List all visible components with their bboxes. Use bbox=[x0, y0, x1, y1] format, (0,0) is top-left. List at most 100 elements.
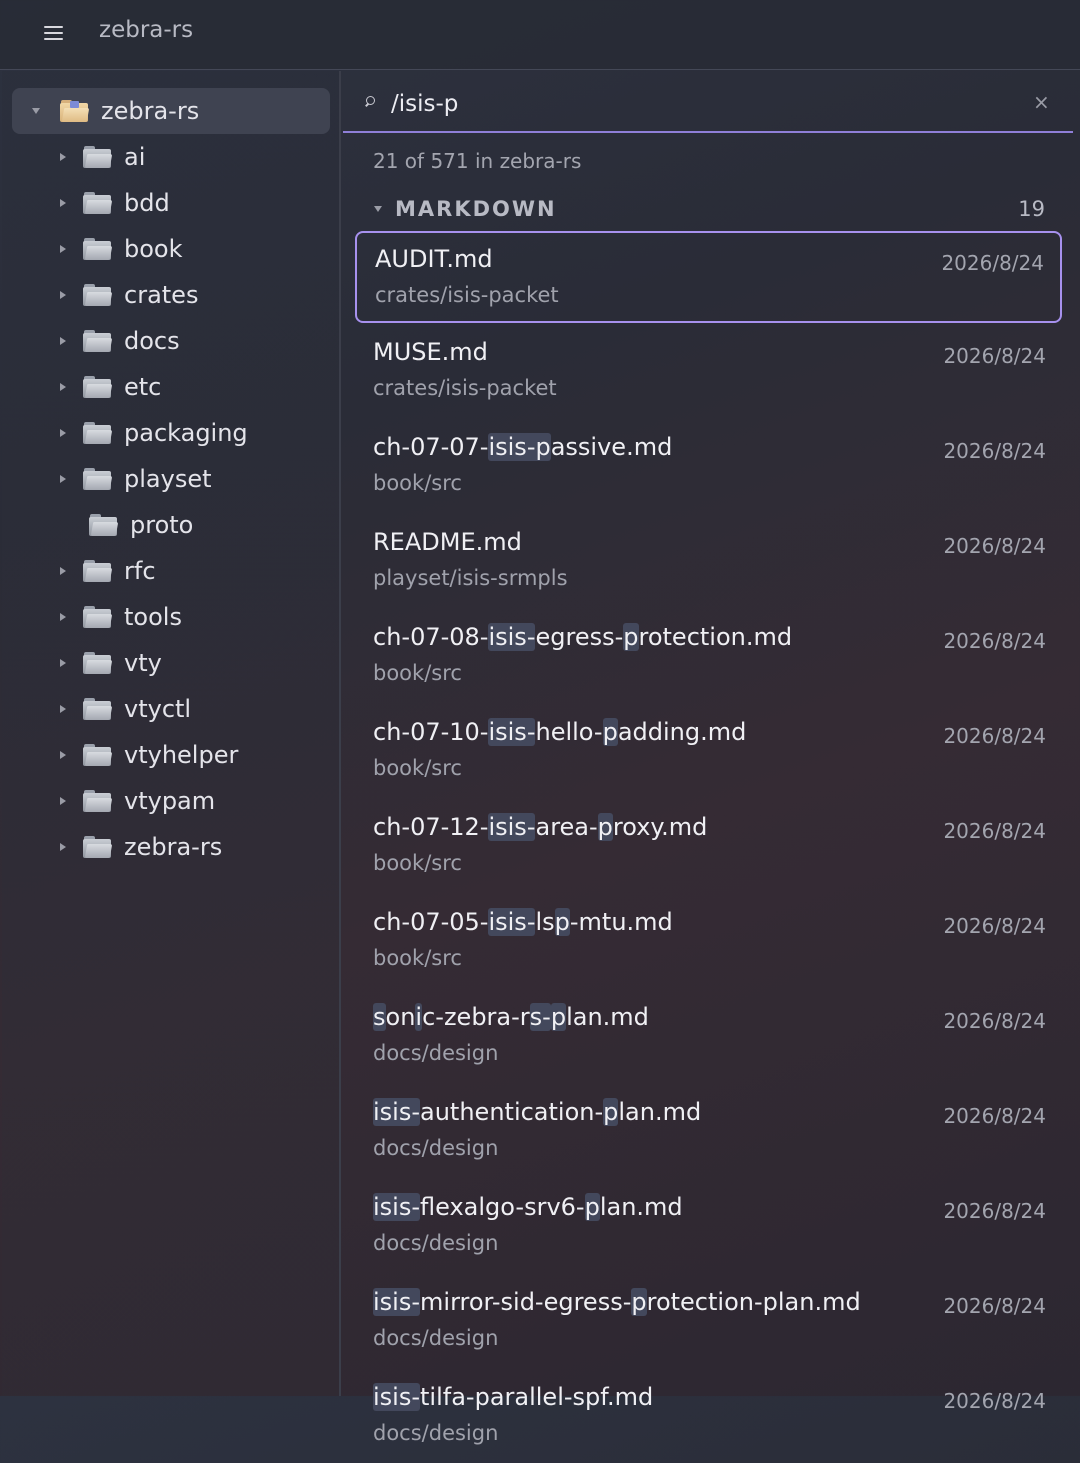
result-item[interactable]: README.md playset/isis-srmpls 2026/8/24 bbox=[355, 516, 1062, 608]
result-item[interactable]: ch-07-05-isis-lsp-mtu.md book/src 2026/8/2… bbox=[355, 896, 1062, 988]
result-path: book/src bbox=[373, 661, 462, 685]
result-path: crates/isis-packet bbox=[375, 283, 559, 307]
tree-item[interactable]: book bbox=[60, 226, 183, 272]
chevron-right-icon[interactable] bbox=[60, 383, 66, 391]
tree-item-label: packaging bbox=[124, 419, 248, 447]
result-item[interactable]: ch-07-08-isis-egress-protection.md book/s… bbox=[355, 611, 1062, 703]
tree-item[interactable]: etc bbox=[60, 364, 161, 410]
chevron-right-icon[interactable] bbox=[60, 291, 66, 299]
tree-item[interactable]: bdd bbox=[60, 180, 170, 226]
chevron-right-icon[interactable] bbox=[60, 659, 66, 667]
name-segment: rotection.md bbox=[638, 623, 793, 651]
result-item[interactable]: isis-mirror-sid-egress-protection-plan.m… bbox=[355, 1276, 1062, 1368]
result-date: 2026/8/24 bbox=[943, 344, 1046, 368]
chevron-right-icon[interactable] bbox=[60, 705, 66, 713]
tree-item[interactable]: vtypam bbox=[60, 778, 215, 824]
tree-item[interactable]: vtyctl bbox=[60, 686, 191, 732]
result-path: book/src bbox=[373, 851, 462, 875]
tree-item[interactable]: crates bbox=[60, 272, 198, 318]
chevron-right-icon[interactable] bbox=[60, 475, 66, 483]
tree-item[interactable]: proto bbox=[66, 502, 193, 548]
chevron-right-icon[interactable] bbox=[60, 797, 66, 805]
result-path: book/src bbox=[373, 946, 462, 970]
name-segment: c-zebra-r bbox=[422, 1003, 530, 1031]
result-date: 2026/8/24 bbox=[943, 439, 1046, 463]
file-tree-sidebar: zebra-rs ai bdd book crates docs etc packaging… bbox=[2, 71, 341, 1396]
search-input[interactable] bbox=[389, 85, 1013, 123]
tree-item-label: book bbox=[124, 235, 183, 263]
name-segment: ch-07-07- bbox=[373, 433, 489, 461]
chevron-right-icon[interactable] bbox=[60, 751, 66, 759]
tree-item[interactable]: ai bbox=[60, 134, 145, 180]
result-group-header[interactable]: MARKDOWN 19 bbox=[373, 195, 1045, 225]
tree-item[interactable]: playset bbox=[60, 456, 212, 502]
tree-item[interactable]: vtyhelper bbox=[60, 732, 238, 778]
folder-icon bbox=[83, 468, 113, 490]
result-date: 2026/8/24 bbox=[943, 724, 1046, 748]
folder-icon bbox=[83, 284, 113, 306]
result-item[interactable]: AUDIT.md crates/isis-packet 2026/8/24 bbox=[355, 231, 1062, 323]
folder-icon bbox=[83, 238, 113, 260]
chevron-down-icon[interactable] bbox=[32, 108, 40, 114]
match-highlight: isis- bbox=[373, 1098, 421, 1126]
name-segment: lan.md bbox=[618, 1098, 702, 1126]
tree-item[interactable]: docs bbox=[60, 318, 180, 364]
result-path: book/src bbox=[373, 471, 462, 495]
chevron-down-icon[interactable] bbox=[374, 206, 382, 212]
tree-item-label: playset bbox=[124, 465, 212, 493]
tree-item[interactable]: vty bbox=[60, 640, 162, 686]
folder-icon bbox=[83, 422, 113, 444]
result-path: docs/design bbox=[373, 1326, 499, 1350]
result-date: 2026/8/24 bbox=[943, 534, 1046, 558]
chevron-right-icon[interactable] bbox=[60, 843, 66, 851]
result-item[interactable]: isis-flexalgo-srv6-plan.md docs/design 202… bbox=[355, 1181, 1062, 1273]
tree-item[interactable]: zebra-rs bbox=[60, 824, 222, 870]
name-segment: ch-07-05- bbox=[373, 908, 489, 936]
name-segment: mirror-sid-egress- bbox=[420, 1288, 632, 1316]
chevron-right-icon[interactable] bbox=[60, 337, 66, 345]
title-bar: zebra-rs bbox=[0, 0, 1080, 70]
result-path: playset/isis-srmpls bbox=[373, 566, 568, 590]
result-date: 2026/8/24 bbox=[943, 914, 1046, 938]
close-icon[interactable]: × bbox=[1033, 90, 1050, 114]
tree-item-label: vtypam bbox=[124, 787, 216, 815]
chevron-right-icon[interactable] bbox=[60, 567, 66, 575]
tree-root[interactable]: zebra-rs bbox=[32, 88, 199, 134]
result-item[interactable]: ch-07-12-isis-area-proxy.md book/src 2026/… bbox=[355, 801, 1062, 893]
search-bar: × bbox=[343, 71, 1073, 133]
result-item[interactable]: isis-tilfa-parallel-spf.md docs/design 202… bbox=[355, 1371, 1062, 1463]
match-highlight: p bbox=[597, 813, 613, 841]
chevron-right-icon[interactable] bbox=[60, 153, 66, 161]
folder-icon bbox=[83, 744, 113, 766]
folder-icon bbox=[83, 790, 113, 812]
result-file-name: isis-tilfa-parallel-spf.md bbox=[373, 1383, 653, 1411]
result-item[interactable]: isis-authentication-plan.md docs/design 20… bbox=[355, 1086, 1062, 1178]
name-segment: lan.md bbox=[599, 1193, 683, 1221]
tree-item[interactable]: packaging bbox=[60, 410, 248, 456]
result-item[interactable]: ch-07-10-isis-hello-padding.md book/src 20… bbox=[355, 706, 1062, 798]
result-file-name: sonic-zebra-rs-plan.md bbox=[373, 1003, 649, 1031]
folder-icon bbox=[83, 376, 113, 398]
tree-item[interactable]: rfc bbox=[60, 548, 156, 594]
result-file-name: ch-07-10-isis-hello-padding.md bbox=[373, 718, 746, 746]
name-segment: tilfa-parallel-spf.md bbox=[420, 1383, 654, 1411]
name-segment: assive.md bbox=[550, 433, 673, 461]
folder-icon bbox=[89, 514, 119, 536]
result-date: 2026/8/24 bbox=[943, 1104, 1046, 1128]
tree-item-label: proto bbox=[130, 511, 194, 539]
tree-item[interactable]: tools bbox=[60, 594, 182, 640]
folder-icon bbox=[83, 330, 113, 352]
result-path: docs/design bbox=[373, 1421, 499, 1445]
chevron-right-icon[interactable] bbox=[60, 429, 66, 437]
result-date: 2026/8/24 bbox=[943, 1199, 1046, 1223]
chevron-right-icon[interactable] bbox=[60, 245, 66, 253]
hamburger-menu-icon[interactable] bbox=[44, 24, 63, 42]
result-item[interactable]: sonic-zebra-rs-plan.md docs/design 2026/8/… bbox=[355, 991, 1062, 1083]
chevron-right-icon[interactable] bbox=[60, 199, 66, 207]
open-folder-icon bbox=[60, 100, 90, 122]
result-item[interactable]: MUSE.md crates/isis-packet 2026/8/24 bbox=[355, 326, 1062, 418]
result-item[interactable]: ch-07-07-isis-passive.md book/src 2026/8/2… bbox=[355, 421, 1062, 513]
chevron-right-icon[interactable] bbox=[60, 613, 66, 621]
app-title: zebra-rs bbox=[99, 17, 194, 43]
result-file-name: AUDIT.md bbox=[375, 245, 493, 273]
